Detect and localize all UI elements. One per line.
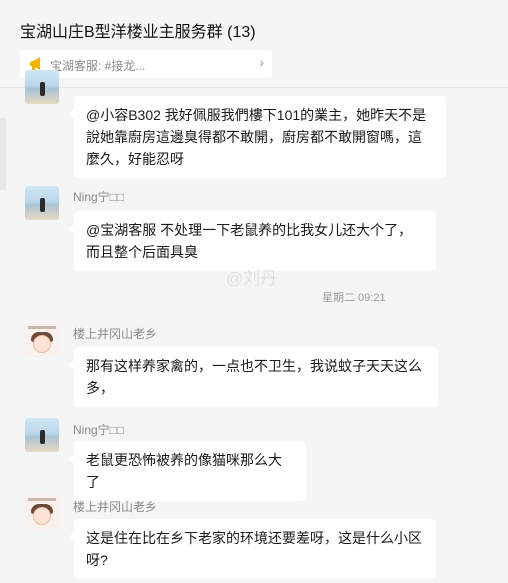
chevron-right-icon[interactable]: › (259, 54, 264, 70)
message-bubble: @宝湖客服 不处理一下老鼠养的比我女儿还大个了，而且整个后面具臭 (69, 211, 436, 271)
message-bubble: 这是住在比在乡下老家的环境还要差呀，这是什么小区呀? (69, 519, 436, 579)
group-title[interactable]: 宝湖山庄B型洋楼业主服务群 (13) (20, 18, 256, 42)
message-bubble: @小容B302 我好佩服我們樓下101的業主，她昨天不是說她靠廚房這邊臭得都不敢… (69, 96, 446, 178)
watermark: @刘丹 (226, 269, 278, 288)
scroll-strip (0, 118, 6, 190)
sender-name: Ning宁□□ (73, 423, 125, 437)
sender-name: Ning宁□□ (73, 190, 125, 204)
sender-name: 楼上井冈山老乡 (73, 500, 158, 514)
message-bubble: 老鼠更恐怖被养的像猫咪那么大了 (69, 441, 306, 501)
message-timestamp: 星期二 09:21 (322, 292, 386, 304)
avatar[interactable] (25, 418, 59, 452)
avatar[interactable] (25, 323, 59, 357)
avatar[interactable] (25, 495, 59, 529)
avatar[interactable] (25, 70, 59, 104)
notice-text: 宝湖客服: #接龙... (50, 59, 146, 73)
chat-header: 宝湖山庄B型洋楼业主服务群 (13) 宝湖客服: #接龙... › (0, 0, 508, 88)
message-bubble: 那有这样养家禽的，一点也不卫生，我说蚊子天天这么多， (69, 347, 438, 407)
sender-name: 楼上井冈山老乡 (73, 327, 158, 341)
avatar[interactable] (25, 186, 59, 220)
